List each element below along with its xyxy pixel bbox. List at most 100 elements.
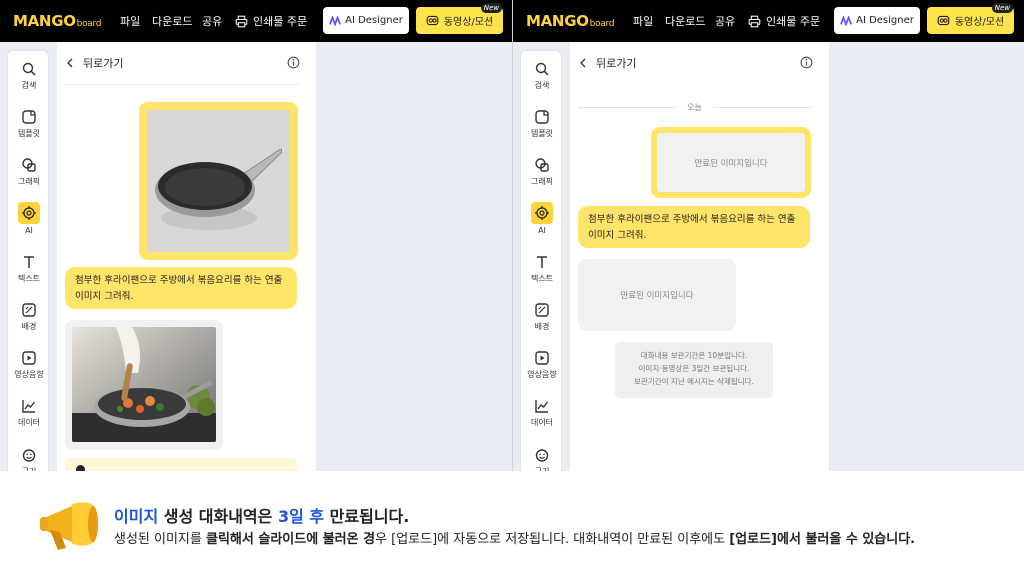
sidebar-item-template[interactable]: 템플릿 <box>8 109 50 139</box>
sidebar-item-ai[interactable]: AI <box>8 202 50 235</box>
chevron-left-icon[interactable] <box>578 58 588 68</box>
sidebar-item-graphic[interactable]: 그래픽 <box>521 157 563 187</box>
ai-chat-panel: 뒤로가기 오늘 만료된 이미지입니다 첨부한 후라이팬으로 주방에서 볶음요리를… <box>570 42 829 471</box>
sidebar-item-search[interactable]: 검색 <box>8 61 50 91</box>
sidebar-item-label: 영상음향 <box>14 370 44 379</box>
sidebar-item-label: AI <box>538 226 546 235</box>
expired-image-text: 만료된 이미지입니다 <box>620 291 694 301</box>
sidebar-item-text[interactable]: 텍스트 <box>521 254 563 284</box>
ai-reply-image-card <box>65 320 223 450</box>
sidebar-item-graphic[interactable]: 그래픽 <box>8 157 50 187</box>
sidebar-item-search[interactable]: 검색 <box>521 61 563 91</box>
ai-chip-icon <box>535 206 549 220</box>
search-icon <box>535 62 549 76</box>
sidebar-item-video-audio[interactable]: 영상음향 <box>8 350 50 380</box>
video-motion-label: 동영상/모션 <box>443 17 494 28</box>
expired-user-image-bubble: 만료된 이미지입니다 <box>651 127 811 198</box>
sidebar-item-label: 검색 <box>534 81 550 90</box>
ai-designer-label: AI Designer <box>345 15 403 26</box>
info-icon[interactable] <box>800 56 813 69</box>
headline-highlight-image: 이미지 <box>114 507 159 526</box>
video-audio-icon <box>535 351 549 365</box>
panel-divider <box>65 84 298 85</box>
search-icon <box>22 62 36 76</box>
ai-designer-logo-icon <box>329 15 342 26</box>
editor-pane-left: MANGO board 파일 다운로드 공유 인쇄물 주문 AI Designer… <box>0 0 512 471</box>
sidebar-item-background[interactable]: 배경 <box>521 302 563 332</box>
menu-share[interactable]: 공유 <box>715 13 735 29</box>
sidebar-item-background[interactable]: 배경 <box>8 302 50 332</box>
user-prompt-bubble: 첨부한 후라이팬으로 주방에서 볶음요리를 하는 연출 이미지 그려줘. <box>65 267 297 309</box>
template-icon <box>535 110 549 124</box>
menu-print-order[interactable]: 인쇄물 주문 <box>235 13 307 29</box>
banner-description: 생성된 이미지를 클릭해서 슬라이드에 불러온 경우 [업로드]에 자동으로 저… <box>114 528 915 547</box>
logo[interactable]: MANGO board <box>13 12 101 30</box>
video-motion-button[interactable]: 동영상/모션 New <box>927 3 1014 34</box>
menu-print-order[interactable]: 인쇄물 주문 <box>748 13 820 29</box>
logo[interactable]: MANGO board <box>526 12 614 30</box>
generated-cooking-image[interactable] <box>72 327 216 442</box>
text-icon <box>24 256 34 268</box>
ai-active-highlight <box>18 202 40 224</box>
logo-text: MANGO <box>526 12 589 30</box>
description-text: 생성된 이미지를 <box>114 532 206 547</box>
prompt-text: 첨부한 후라이팬으로 주방에서 볶음요리를 하는 연출 이미지 그려줘. <box>75 275 283 302</box>
menu-file[interactable]: 파일 <box>633 13 653 29</box>
sidebar-item-label: 배경 <box>534 322 550 331</box>
sidebar-item-emoji[interactable]: 구기 <box>521 447 563 471</box>
description-text: 우 [업로드]에 자동으로 저장됩니다. 대화내역이 만료된 이후에도 <box>375 532 730 547</box>
sidebar-item-label: AI <box>25 226 33 235</box>
emoji-icon <box>22 449 36 462</box>
sidebar-item-label: 배경 <box>21 322 37 331</box>
sidebar-item-ai[interactable]: AI <box>521 202 563 235</box>
video-motion-icon <box>937 15 950 26</box>
graphic-icon <box>535 158 549 172</box>
video-motion-label: 동영상/모션 <box>954 17 1005 28</box>
user-prompt-bubble: 첨부한 후라이팬으로 주방에서 볶음요리를 하는 연출 이미지 그려줘. <box>578 206 810 248</box>
notice-peek <box>65 458 297 471</box>
chart-icon <box>535 400 549 413</box>
logo-text: MANGO <box>13 12 76 30</box>
top-bar: MANGO board 파일 다운로드 공유 인쇄물 주문 AI Designer… <box>0 0 512 42</box>
headline-highlight-days: 3일 후 <box>277 507 325 526</box>
sidebar-item-text[interactable]: 텍스트 <box>8 254 50 284</box>
menu-print-label: 인쇄물 주문 <box>766 15 821 28</box>
back-row: 뒤로가기 <box>65 54 300 72</box>
menu-download[interactable]: 다운로드 <box>665 13 705 29</box>
back-row: 뒤로가기 <box>578 54 813 72</box>
menu-file[interactable]: 파일 <box>120 13 140 29</box>
user-attached-image-bubble <box>139 102 298 260</box>
sidebar-item-data[interactable]: 데이터 <box>8 398 50 428</box>
text-icon <box>537 256 547 268</box>
expired-ai-image-card: 만료된 이미지입니다 <box>578 259 736 331</box>
date-separator-line <box>713 107 811 108</box>
description-bold: [업로드]에서 불러올 수 있습니다. <box>729 532 916 547</box>
new-badge: New <box>991 3 1013 13</box>
top-bar: MANGO board 파일 다운로드 공유 인쇄물 주문 AI Designer… <box>513 0 1024 42</box>
explanation-banner: 이미지 생성 대화내역은 3일 후 만료됩니다. 생성된 이미지를 클릭해서 슬… <box>0 471 1024 577</box>
new-badge: New <box>480 3 502 13</box>
frying-pan-image[interactable] <box>147 110 290 252</box>
menu-download[interactable]: 다운로드 <box>152 13 192 29</box>
sidebar-item-label: 데이터 <box>530 418 554 427</box>
back-button[interactable]: 뒤로가기 <box>596 55 636 71</box>
sidebar-item-label: 그래픽 <box>17 177 41 186</box>
sidebar-item-label: 검색 <box>21 81 37 90</box>
sidebar-item-label: 데이터 <box>17 418 41 427</box>
headline-text-end: 만료됩니다. <box>324 507 410 526</box>
sidebar-item-video-audio[interactable]: 영상음향 <box>521 350 563 380</box>
video-motion-button[interactable]: 동영상/모션 New <box>416 3 503 34</box>
background-icon <box>535 303 549 317</box>
back-button[interactable]: 뒤로가기 <box>83 55 123 71</box>
printer-icon <box>748 15 761 27</box>
left-sidebar: 검색 템플릿 그래픽 AI 텍스트 배경 영상음향 데이터 <box>7 50 49 471</box>
info-icon[interactable] <box>287 56 300 69</box>
sidebar-item-template[interactable]: 템플릿 <box>521 109 563 139</box>
ai-designer-button[interactable]: AI Designer <box>834 7 920 34</box>
sidebar-item-data[interactable]: 데이터 <box>521 398 563 428</box>
ai-designer-button[interactable]: AI Designer <box>323 7 409 34</box>
retention-line: 대화내용 보관기간은 10분입니다. <box>640 351 748 360</box>
menu-share[interactable]: 공유 <box>202 13 222 29</box>
chevron-left-icon[interactable] <box>65 58 75 68</box>
sidebar-item-emoji[interactable]: 구기 <box>8 447 50 471</box>
